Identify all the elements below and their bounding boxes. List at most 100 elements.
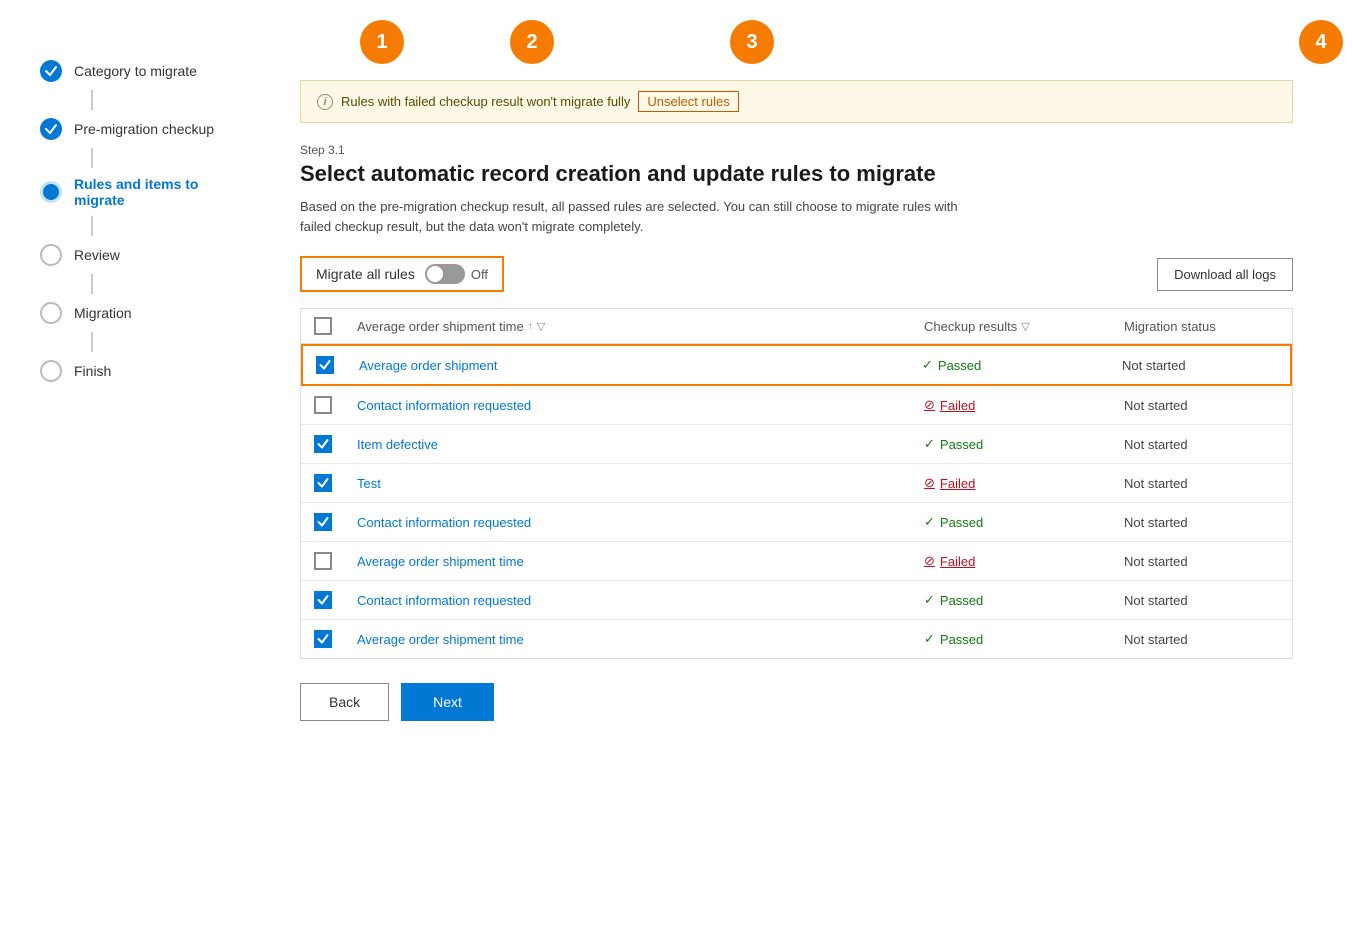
sidebar-label-rules: Rules and items to migrate: [74, 176, 250, 208]
row-status-2: Not started: [1112, 398, 1292, 413]
row-status-6: Not started: [1112, 554, 1292, 569]
annotation-1: 1: [360, 20, 404, 64]
row-name-1[interactable]: Average order shipment: [347, 358, 910, 373]
back-button[interactable]: Back: [300, 683, 389, 721]
sidebar-item-review[interactable]: Review: [40, 244, 250, 266]
sidebar-label-finish: Finish: [74, 363, 111, 379]
table-row: Contact information requested ⊘ Failed N…: [301, 386, 1292, 425]
sidebar-label-premigration: Pre-migration checkup: [74, 121, 214, 137]
alert-text: Rules with failed checkup result won't m…: [341, 94, 630, 109]
annotation-4: 4: [1299, 20, 1343, 64]
sidebar-label-migration: Migration: [74, 305, 132, 321]
row-checkup-1: ✓ Passed: [910, 357, 1110, 373]
row-name-2[interactable]: Contact information requested: [345, 398, 912, 413]
sidebar: Category to migrate Pre-migration checku…: [0, 0, 280, 943]
th-checkbox[interactable]: [301, 317, 345, 335]
row-status-8: Not started: [1112, 632, 1292, 647]
step-icon-category: [40, 60, 62, 82]
toggle-thumb: [427, 266, 443, 282]
table-row: Item defective ✓ Passed Not started: [301, 425, 1292, 464]
toggle-switch[interactable]: Off: [425, 264, 488, 284]
row-name-5[interactable]: Contact information requested: [345, 515, 912, 530]
sidebar-item-migration[interactable]: Migration: [40, 302, 250, 324]
status-failed-6[interactable]: ⊘ Failed: [924, 553, 1100, 569]
toggle-state: Off: [471, 267, 488, 282]
row-status-4: Not started: [1112, 476, 1292, 491]
row-status-7: Not started: [1112, 593, 1292, 608]
row-checkbox-1[interactable]: [303, 356, 347, 374]
checkbox-checked-1[interactable]: [316, 356, 334, 374]
sidebar-label-review: Review: [74, 247, 120, 263]
row-checkup-8: ✓ Passed: [912, 631, 1112, 647]
rules-table: Average order shipment time ↑ ▽ Checkup …: [300, 308, 1293, 659]
status-failed-4[interactable]: ⊘ Failed: [924, 475, 1100, 491]
row-checkbox-5[interactable]: [301, 513, 345, 531]
step-icon-finish: [40, 360, 62, 382]
toggle-track[interactable]: [425, 264, 465, 284]
row-name-8[interactable]: Average order shipment time: [345, 632, 912, 647]
checkbox-checked-3[interactable]: [314, 435, 332, 453]
table-row: Average order shipment time ⊘ Failed Not…: [301, 542, 1292, 581]
controls-row: Migrate all rules Off Download all logs: [300, 256, 1293, 292]
checkbox-checked-8[interactable]: [314, 630, 332, 648]
filter-icon-name[interactable]: ▽: [537, 320, 545, 333]
status-passed-7: ✓ Passed: [924, 592, 1100, 608]
row-checkbox-4[interactable]: [301, 474, 345, 492]
row-name-4[interactable]: Test: [345, 476, 912, 491]
info-icon: i: [317, 94, 333, 110]
checkbox-unchecked-2[interactable]: [314, 396, 332, 414]
row-name-7[interactable]: Contact information requested: [345, 593, 912, 608]
step-description: Based on the pre-migration checkup resul…: [300, 197, 980, 236]
step-title: Select automatic record creation and upd…: [300, 161, 1293, 187]
table-header: Average order shipment time ↑ ▽ Checkup …: [301, 309, 1292, 344]
row-name-6[interactable]: Average order shipment time: [345, 554, 912, 569]
table-row: Average order shipment time ✓ Passed Not…: [301, 620, 1292, 658]
checkbox-checked-4[interactable]: [314, 474, 332, 492]
row-checkbox-7[interactable]: [301, 591, 345, 609]
migrate-toggle-group: Migrate all rules Off: [300, 256, 504, 292]
status-failed-2[interactable]: ⊘ Failed: [924, 397, 1100, 413]
status-passed-1: ✓ Passed: [922, 357, 1098, 373]
step-icon-migration: [40, 302, 62, 324]
unselect-rules-button[interactable]: Unselect rules: [638, 91, 738, 112]
status-passed-8: ✓ Passed: [924, 631, 1100, 647]
header-checkbox[interactable]: [314, 317, 332, 335]
th-name: Average order shipment time ↑ ▽: [345, 319, 912, 334]
table-row: Contact information requested ✓ Passed N…: [301, 581, 1292, 620]
status-passed-5: ✓ Passed: [924, 514, 1100, 530]
sidebar-item-category[interactable]: Category to migrate: [40, 60, 250, 82]
download-all-logs-button[interactable]: Download all logs: [1157, 258, 1293, 291]
checkbox-checked-7[interactable]: [314, 591, 332, 609]
step-icon-review: [40, 244, 62, 266]
next-button[interactable]: Next: [401, 683, 494, 721]
row-checkbox-2[interactable]: [301, 396, 345, 414]
status-passed-3: ✓ Passed: [924, 436, 1100, 452]
sort-icon[interactable]: ↑: [528, 321, 533, 332]
row-checkup-7: ✓ Passed: [912, 592, 1112, 608]
row-checkup-6: ⊘ Failed: [912, 553, 1112, 569]
main-content: 1 2 3 4 i Rules with failed checkup resu…: [280, 0, 1353, 943]
table-row: Test ⊘ Failed Not started: [301, 464, 1292, 503]
row-checkbox-3[interactable]: [301, 435, 345, 453]
checkbox-checked-5[interactable]: [314, 513, 332, 531]
table-row: Contact information requested ✓ Passed N…: [301, 503, 1292, 542]
checkbox-unchecked-6[interactable]: [314, 552, 332, 570]
filter-icon-checkup[interactable]: ▽: [1021, 320, 1029, 333]
row-checkup-3: ✓ Passed: [912, 436, 1112, 452]
th-checkup: Checkup results ▽: [912, 319, 1112, 334]
row-checkbox-6[interactable]: [301, 552, 345, 570]
step-icon-rules: [40, 181, 62, 203]
row-status-1: Not started: [1110, 358, 1290, 373]
row-name-3[interactable]: Item defective: [345, 437, 912, 452]
row-checkup-2: ⊘ Failed: [912, 397, 1112, 413]
annotation-2: 2: [510, 20, 554, 64]
step-label: Step 3.1: [300, 143, 1293, 157]
row-status-3: Not started: [1112, 437, 1292, 452]
th-status: Migration status: [1112, 319, 1292, 334]
alert-banner: i Rules with failed checkup result won't…: [300, 80, 1293, 123]
sidebar-item-rules[interactable]: Rules and items to migrate: [40, 176, 250, 208]
row-checkbox-8[interactable]: [301, 630, 345, 648]
sidebar-item-premigration[interactable]: Pre-migration checkup: [40, 118, 250, 140]
sidebar-item-finish[interactable]: Finish: [40, 360, 250, 382]
table-row: Average order shipment ✓ Passed Not star…: [301, 344, 1292, 386]
